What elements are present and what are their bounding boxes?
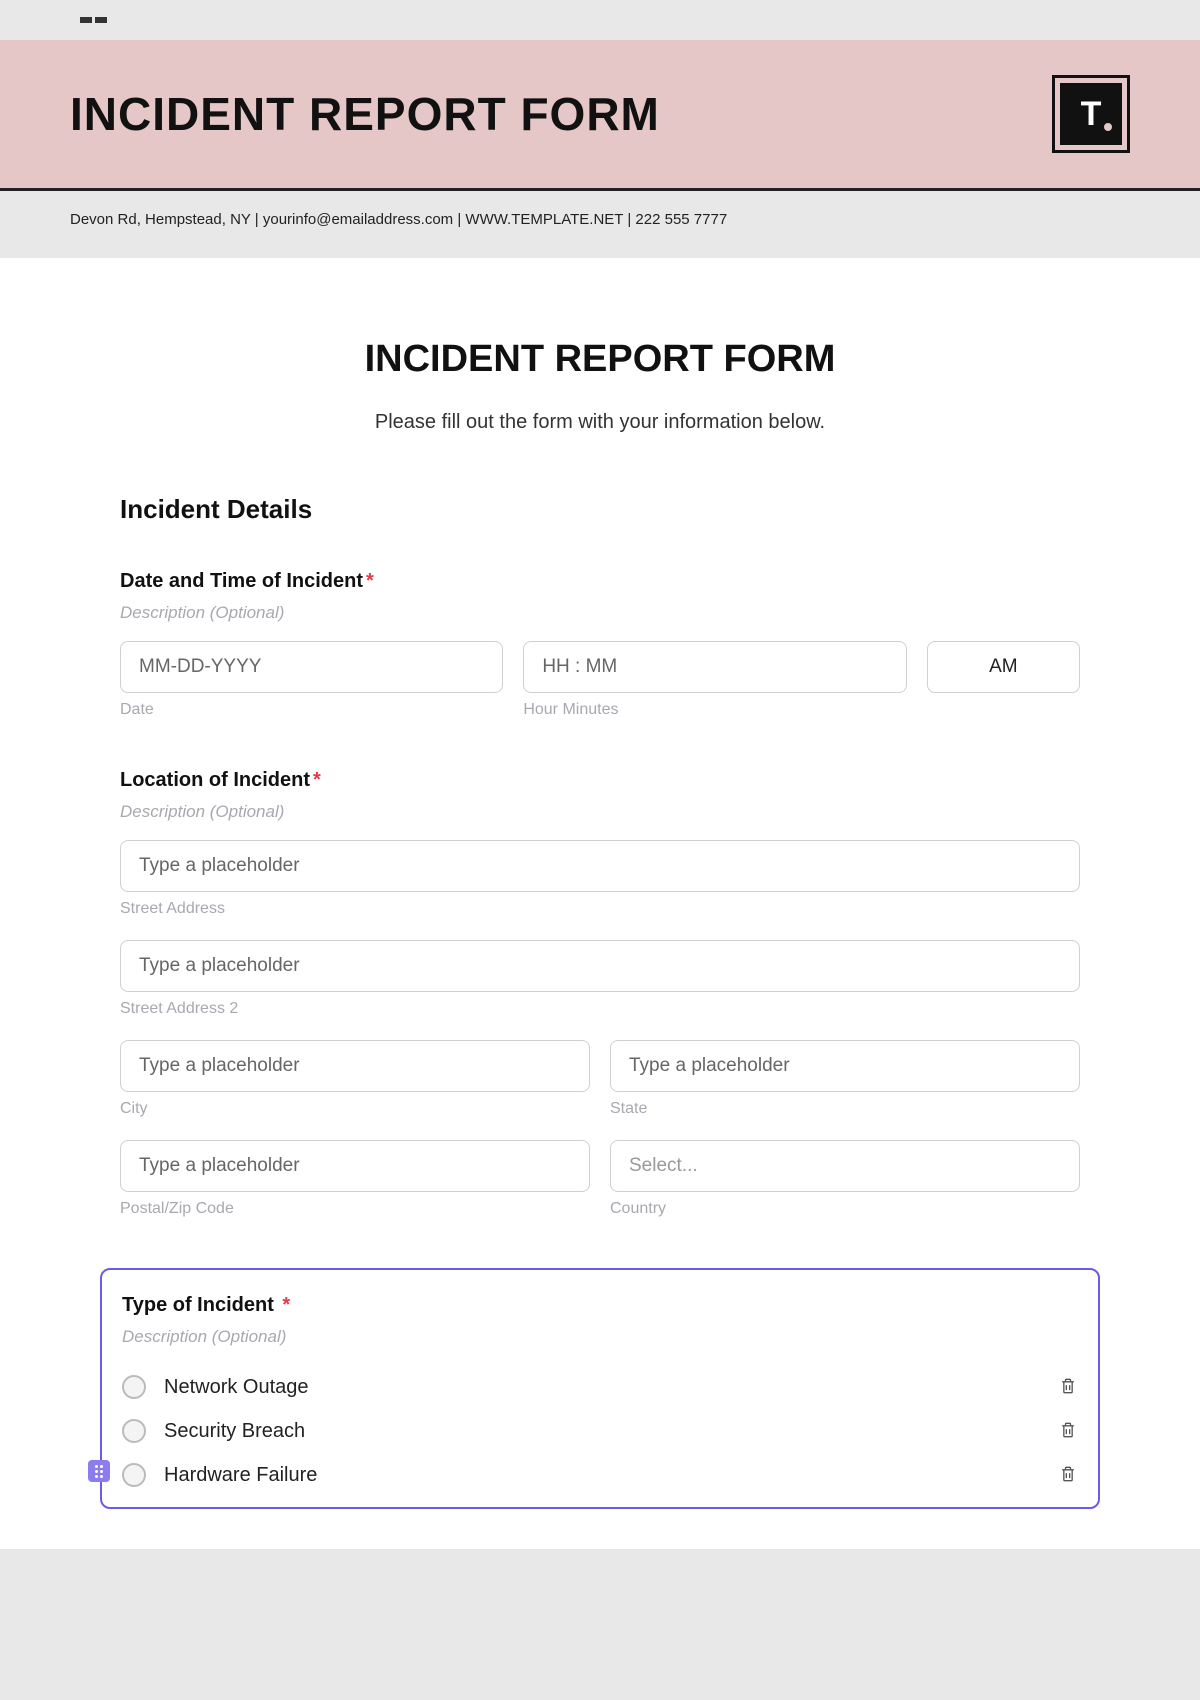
contact-info: Devon Rd, Hempstead, NY | yourinfo@email… bbox=[0, 191, 1200, 258]
banner-title: INCIDENT REPORT FORM bbox=[70, 87, 660, 141]
radio-label: Security Breach bbox=[164, 1420, 305, 1443]
section-incident-details: Incident Details bbox=[120, 494, 1080, 525]
incident-type-description: Description (Optional) bbox=[122, 1327, 1078, 1347]
field-location: Location of Incident* Description (Optio… bbox=[120, 769, 1080, 1218]
top-bar bbox=[0, 0, 1200, 40]
country-sublabel: Country bbox=[610, 1200, 1080, 1218]
postal-input[interactable] bbox=[120, 1140, 590, 1192]
required-asterisk: * bbox=[366, 570, 374, 592]
form-body: INCIDENT REPORT FORM Please fill out the… bbox=[0, 258, 1200, 1549]
trash-icon[interactable] bbox=[1058, 1376, 1078, 1398]
city-input[interactable] bbox=[120, 1040, 590, 1092]
logo: T bbox=[1052, 75, 1130, 153]
radio-option[interactable]: Hardware Failure bbox=[122, 1453, 1078, 1497]
form-subtitle: Please fill out the form with your infor… bbox=[120, 411, 1080, 434]
form-title: INCIDENT REPORT FORM bbox=[120, 338, 1080, 381]
field-datetime: Date and Time of Incident* Description (… bbox=[120, 570, 1080, 719]
radio-option[interactable]: Security Breach bbox=[122, 1409, 1078, 1453]
street2-input[interactable] bbox=[120, 940, 1080, 992]
radio-option[interactable]: Network Outage bbox=[122, 1365, 1078, 1409]
street-sublabel: Street Address bbox=[120, 900, 1080, 918]
logo-text: T bbox=[1081, 95, 1102, 134]
required-asterisk: * bbox=[313, 769, 321, 791]
date-sublabel: Date bbox=[120, 701, 503, 719]
trash-icon[interactable] bbox=[1058, 1420, 1078, 1442]
required-asterisk: * bbox=[282, 1294, 290, 1316]
street2-sublabel: Street Address 2 bbox=[120, 1000, 1080, 1018]
tab-indicators bbox=[80, 17, 107, 23]
trash-icon[interactable] bbox=[1058, 1464, 1078, 1486]
time-input[interactable] bbox=[523, 641, 906, 693]
datetime-description: Description (Optional) bbox=[120, 603, 1080, 623]
datetime-label: Date and Time of Incident* bbox=[120, 570, 1080, 593]
street-input[interactable] bbox=[120, 840, 1080, 892]
radio-icon[interactable] bbox=[122, 1419, 146, 1443]
time-sublabel: Hour Minutes bbox=[523, 701, 906, 719]
ampm-display[interactable]: AM bbox=[927, 641, 1080, 693]
radio-label: Network Outage bbox=[164, 1376, 309, 1399]
postal-sublabel: Postal/Zip Code bbox=[120, 1200, 590, 1218]
country-select[interactable]: Select... bbox=[610, 1140, 1080, 1192]
state-input[interactable] bbox=[610, 1040, 1080, 1092]
header-banner: INCIDENT REPORT FORM T bbox=[0, 40, 1200, 191]
radio-icon[interactable] bbox=[122, 1463, 146, 1487]
field-incident-type[interactable]: Type of Incident * Description (Optional… bbox=[100, 1268, 1100, 1509]
city-sublabel: City bbox=[120, 1100, 590, 1118]
location-label: Location of Incident* bbox=[120, 769, 1080, 792]
logo-dot-icon bbox=[1104, 123, 1112, 131]
state-sublabel: State bbox=[610, 1100, 1080, 1118]
date-input[interactable] bbox=[120, 641, 503, 693]
radio-label: Hardware Failure bbox=[164, 1464, 317, 1487]
drag-handle-icon[interactable] bbox=[88, 1460, 110, 1482]
incident-type-label: Type of Incident * bbox=[122, 1294, 1078, 1317]
location-description: Description (Optional) bbox=[120, 802, 1080, 822]
radio-icon[interactable] bbox=[122, 1375, 146, 1399]
